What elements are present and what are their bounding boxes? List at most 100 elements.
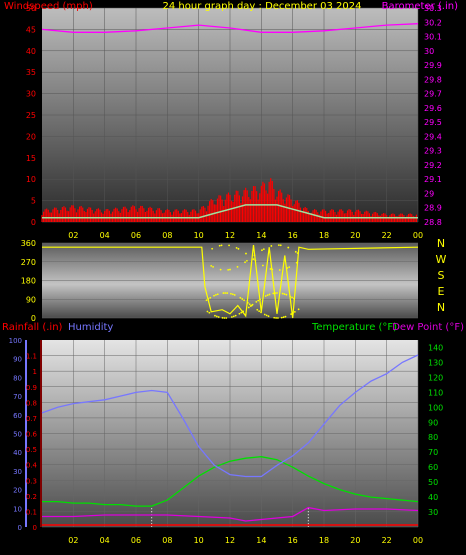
time-tick-label: 20 — [350, 231, 360, 240]
wind-direction-point — [237, 247, 240, 250]
humidity-tick-label: 90 — [13, 356, 22, 364]
wind-direction-point — [252, 258, 255, 261]
wind-direction-point — [222, 292, 225, 294]
rainfall-tick-label: 0.8 — [26, 399, 37, 407]
wind-direction-point — [273, 316, 276, 319]
windspeed-tick-label: 20 — [26, 132, 36, 141]
wind-direction-point — [265, 314, 268, 317]
wind-direction-point — [223, 317, 226, 319]
wind-direction-point — [266, 294, 269, 297]
barometer-tick-label: 29.4 — [424, 132, 442, 141]
wind-direction-point — [280, 316, 283, 319]
windspeed-tick-label: 0 — [31, 218, 36, 227]
temperature-tick-label: 60 — [428, 463, 438, 472]
wind-direction-point — [245, 252, 247, 255]
temperature-tick-label: 80 — [428, 433, 438, 442]
compass-label: E — [438, 285, 445, 298]
humidity-tick-label: 30 — [13, 468, 22, 476]
wind-direction-point — [262, 248, 265, 251]
barometer-tick-label: 29.5 — [424, 118, 442, 127]
rainfall-axis-title: Rainfall (.in) — [2, 322, 63, 333]
wind-direction-point — [270, 245, 273, 247]
compass-label: S — [438, 269, 445, 282]
wind-direction-point — [258, 310, 261, 312]
wind-direction-point — [274, 292, 277, 295]
wind-direction-point — [271, 268, 274, 271]
direction-tick-label: 360 — [21, 239, 36, 248]
windspeed-tick-label: 50 — [26, 4, 36, 13]
wind-direction-point — [267, 315, 270, 318]
windspeed-tick-label: 40 — [26, 47, 36, 56]
rainfall-tick-label: 0.5 — [26, 446, 37, 454]
time-tick-label: 04 — [100, 231, 110, 240]
wind-direction-point — [228, 244, 230, 247]
barometer-tick-label: 29.3 — [424, 147, 442, 156]
wind-direction-point — [289, 295, 292, 298]
barometer-tick-label: 30 — [424, 47, 434, 56]
wind-direction-point — [277, 244, 280, 247]
temperature-tick-label: 110 — [428, 388, 443, 397]
wind-direction-point — [215, 294, 217, 296]
windspeed-tick-label: 15 — [26, 154, 36, 163]
direction-tick-label: 180 — [21, 277, 36, 286]
wind-direction-point — [233, 294, 236, 296]
wind-direction-point — [212, 266, 214, 268]
wind-direction-point — [244, 261, 246, 264]
temperature-tick-label: 40 — [428, 493, 438, 502]
rainfall-tick-label: 0.7 — [26, 415, 37, 423]
wind-direction-point — [234, 314, 237, 317]
time-tick-label: 22 — [382, 536, 392, 545]
wind-direction-point — [254, 259, 257, 262]
humidity-axis-title: Humidity — [68, 322, 113, 333]
time-tick-label: 20 — [350, 536, 360, 545]
time-tick-label: 18 — [319, 536, 329, 545]
wind-direction-point — [290, 313, 292, 316]
rainfall-tick-label: 0.6 — [26, 431, 38, 439]
humidity-tick-label: 50 — [13, 431, 22, 439]
wind-direction-point — [216, 293, 219, 296]
rainfall-tick-label: 0.9 — [26, 384, 37, 392]
rainfall-tick-label: 1 — [33, 368, 37, 376]
wind-direction-point — [261, 249, 263, 252]
temperature-tick-label: 30 — [428, 508, 438, 517]
wind-direction-point — [206, 310, 209, 313]
wind-direction-point — [294, 250, 297, 253]
temperature-tick-label: 50 — [428, 478, 438, 487]
wind-direction-point — [239, 296, 242, 299]
barometer-tick-label: 28.9 — [424, 204, 442, 213]
graph-title: 24 hour graph day : December 03 2024 — [163, 1, 362, 12]
wind-direction-point — [259, 298, 261, 301]
barometer-tick-label: 30.1 — [424, 33, 442, 42]
temperature-tick-label: 130 — [428, 358, 443, 367]
humidity-tick-label: 60 — [13, 412, 22, 420]
wind-direction-point — [296, 252, 299, 255]
time-tick-label: 22 — [382, 231, 392, 240]
wind-direction-point — [253, 254, 256, 257]
windspeed-tick-label: 30 — [26, 90, 36, 99]
rainfall-tick-label: 0.3 — [26, 477, 37, 485]
wind-direction-point — [264, 295, 267, 297]
wind-direction-point — [217, 316, 220, 318]
temperature-tick-label: 120 — [428, 373, 443, 382]
barometer-tick-label: 29 — [424, 189, 434, 198]
wind-direction-point — [275, 317, 277, 319]
wind-direction-point — [221, 316, 224, 319]
dewpoint-axis-title: Dew Point (°F) — [392, 322, 464, 333]
time-tick-label: 00 — [413, 536, 423, 545]
wind-direction-point — [210, 265, 213, 267]
compass-label: N — [437, 301, 445, 314]
barometer-tick-label: 29.9 — [424, 61, 442, 70]
wind-direction-point — [297, 308, 300, 311]
barometer-tick-label: 30.3 — [424, 4, 442, 13]
wind-direction-point — [224, 292, 227, 294]
wind-direction-point — [292, 312, 294, 314]
wind-direction-point — [279, 244, 282, 247]
wind-direction-point — [205, 299, 208, 302]
humidity-tick-label: 40 — [13, 449, 22, 457]
barometer-tick-label: 29.6 — [424, 104, 442, 113]
wind-direction-point — [283, 293, 286, 295]
wind-direction-point — [291, 296, 293, 299]
wind-direction-point — [276, 292, 278, 294]
wind-direction-point — [293, 310, 296, 313]
windspeed-tick-label: 45 — [26, 25, 36, 34]
